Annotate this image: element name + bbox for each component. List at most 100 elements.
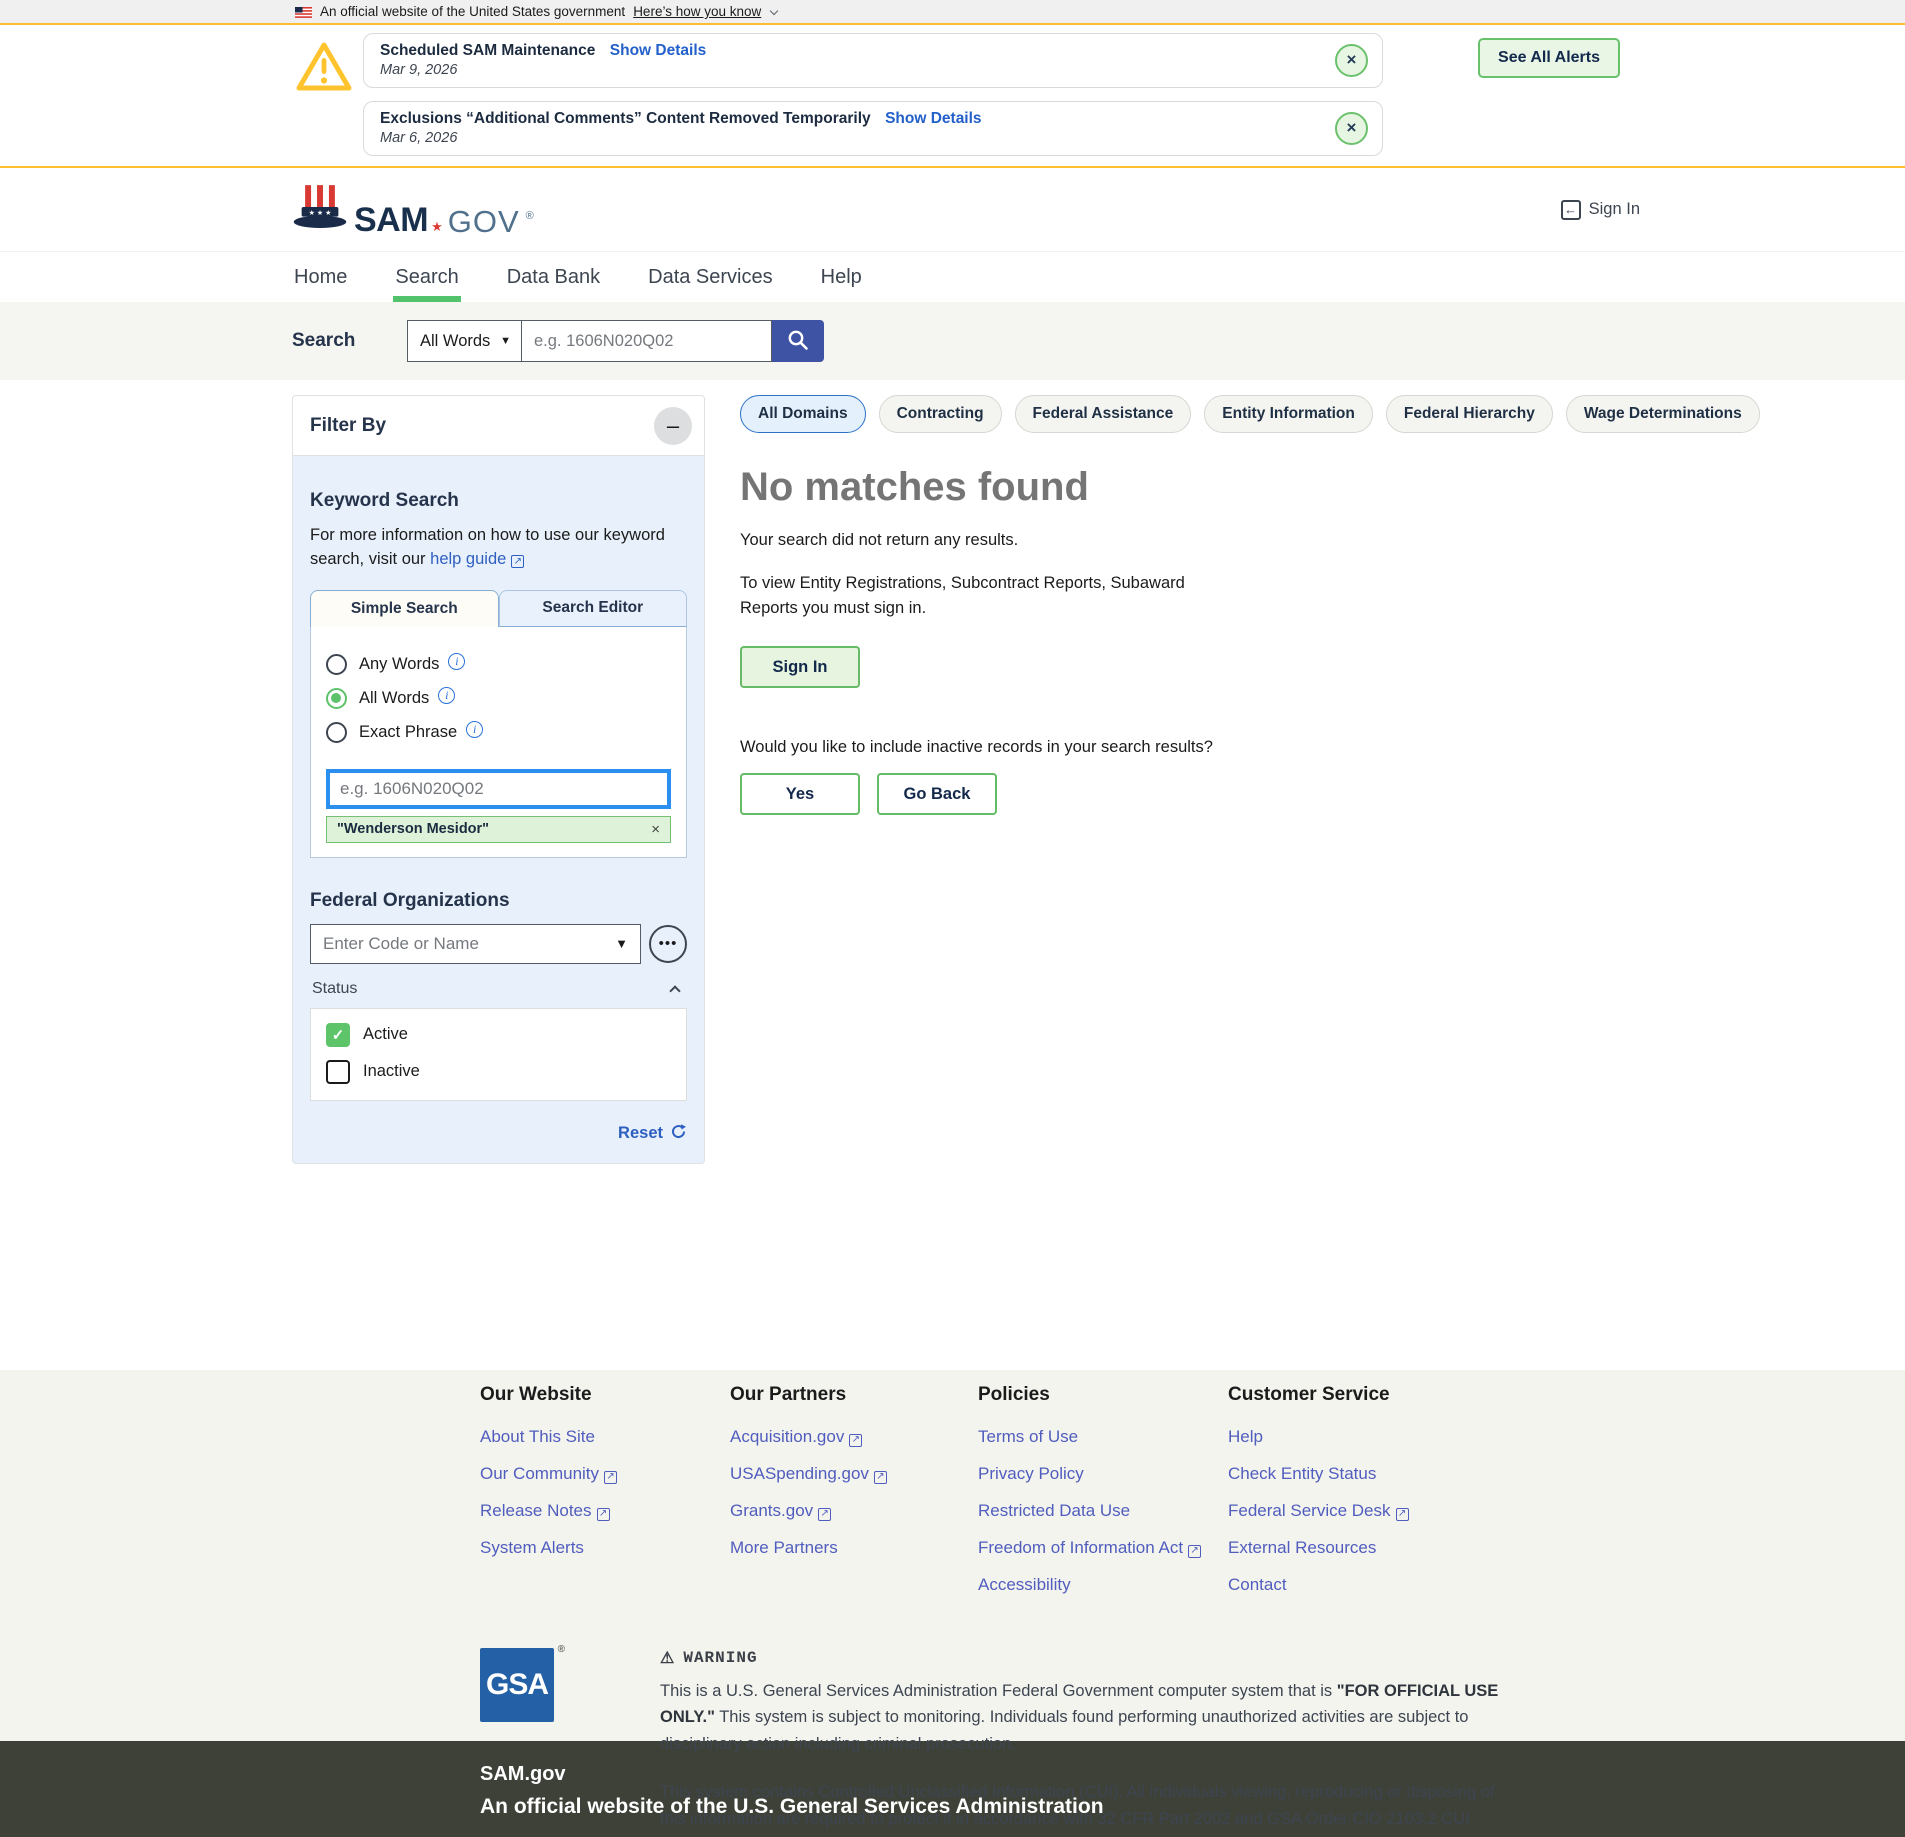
federal-org-placeholder: Enter Code or Name — [323, 934, 615, 954]
checkbox-inactive[interactable]: Inactive — [326, 1060, 671, 1084]
external-link-icon — [1396, 1508, 1409, 1521]
footer-link[interactable]: Federal Service Desk — [1228, 1501, 1468, 1521]
no-results-text: Your search did not return any results. — [740, 528, 1580, 553]
logo-star-icon: ★ — [431, 219, 443, 235]
sam-gov-logo[interactable]: ★ ★ ★ SAM ★ GOV ® — [292, 183, 534, 236]
radio-selected-icon[interactable] — [326, 688, 347, 709]
close-icon[interactable]: × — [1335, 44, 1368, 77]
keyword-tag: "Wenderson Mesidor" × — [326, 816, 671, 843]
alert-show-details-link[interactable]: Show Details — [610, 42, 706, 59]
tab-simple-search[interactable]: Simple Search — [310, 590, 499, 627]
search-band: Search All Words ▼ — [0, 302, 1905, 380]
site-header: ★ ★ ★ SAM ★ GOV ® ← Sign In — [0, 168, 1905, 252]
pill-wage-determinations[interactable]: Wage Determinations — [1566, 395, 1760, 433]
warning-paragraph-1: This is a U.S. General Services Administ… — [660, 1678, 1500, 1757]
go-back-button[interactable]: Go Back — [877, 773, 997, 815]
info-icon[interactable]: i — [438, 687, 455, 704]
alert-list: Scheduled SAM Maintenance Show Details M… — [363, 33, 1383, 156]
search-mode-select[interactable]: All Words ▼ — [407, 320, 522, 362]
footer-heading: Our Partners — [730, 1384, 968, 1406]
radio-circle-icon[interactable] — [326, 722, 347, 743]
footer-link[interactable]: Freedom of Information Act — [978, 1538, 1218, 1558]
select-caret-icon: ▼ — [500, 335, 511, 347]
footer-link[interactable]: System Alerts — [480, 1538, 720, 1558]
footer-heading: Our Website — [480, 1384, 720, 1406]
logo-registered-mark: ® — [526, 210, 534, 222]
gsa-registered-mark: ® — [558, 1644, 564, 1655]
header-sign-in[interactable]: ← Sign In — [1561, 200, 1640, 220]
filter-panel-header: Filter By – — [293, 396, 704, 456]
radio-all-words[interactable]: All Words i — [326, 687, 671, 710]
footer-link[interactable]: Terms of Use — [978, 1427, 1218, 1447]
reset-filters-link[interactable]: Reset — [618, 1124, 663, 1143]
footer-link[interactable]: Accessibility — [978, 1575, 1218, 1595]
results-area: All Domains Contracting Federal Assistan… — [740, 395, 1580, 815]
filter-by-title: Filter By — [310, 415, 386, 437]
remove-tag-icon[interactable]: × — [651, 821, 660, 838]
chevron-up-icon[interactable] — [669, 985, 680, 996]
checkbox-checked-icon[interactable]: ✓ — [326, 1023, 350, 1047]
logo-text-gov: GOV — [448, 208, 520, 236]
footer-link[interactable]: Acquisition.gov — [730, 1427, 968, 1447]
footer-link[interactable]: USASpending.gov — [730, 1464, 968, 1484]
content-area: Filter By – Keyword Search For more info… — [0, 380, 1905, 1370]
sign-in-button[interactable]: Sign In — [740, 646, 860, 688]
nav-item-search[interactable]: Search — [393, 254, 460, 301]
federal-org-combobox[interactable]: Enter Code or Name ▼ — [310, 924, 641, 964]
search-submit-button[interactable] — [772, 320, 824, 362]
info-icon[interactable]: i — [448, 653, 465, 670]
global-search-input[interactable] — [522, 320, 772, 362]
external-link-icon — [1188, 1545, 1201, 1558]
tab-search-editor[interactable]: Search Editor — [499, 590, 688, 627]
footer-link[interactable]: Privacy Policy — [978, 1464, 1218, 1484]
keyword-tag-label: "Wenderson Mesidor" — [337, 821, 489, 837]
footer-link[interactable]: Our Community — [480, 1464, 720, 1484]
nav-item-help[interactable]: Help — [819, 254, 864, 301]
reset-icon[interactable] — [670, 1123, 687, 1145]
checkbox-active[interactable]: ✓ Active — [326, 1023, 671, 1047]
pill-federal-assistance[interactable]: Federal Assistance — [1015, 395, 1192, 433]
pill-entity-information[interactable]: Entity Information — [1204, 395, 1373, 433]
radio-exact-phrase[interactable]: Exact Phrase i — [326, 721, 671, 744]
sign-in-hint-text: To view Entity Registrations, Subcontrac… — [740, 571, 1245, 621]
federal-org-more-button[interactable]: ••• — [649, 925, 687, 963]
nav-item-data-services[interactable]: Data Services — [646, 254, 775, 301]
footer-link[interactable]: Grants.gov — [730, 1501, 968, 1521]
nav-item-data-bank[interactable]: Data Bank — [505, 254, 602, 301]
us-flag-icon — [295, 6, 312, 17]
yes-button[interactable]: Yes — [740, 773, 860, 815]
help-guide-link[interactable]: help guide — [430, 550, 524, 568]
keyword-input[interactable] — [326, 769, 671, 809]
collapse-filters-button[interactable]: – — [654, 407, 692, 445]
pill-contracting[interactable]: Contracting — [879, 395, 1002, 433]
close-icon[interactable]: × — [1335, 112, 1368, 145]
external-link-icon — [511, 555, 524, 568]
radio-circle-icon[interactable] — [326, 654, 347, 675]
footer-link[interactable]: Restricted Data Use — [978, 1501, 1218, 1521]
pill-all-domains[interactable]: All Domains — [740, 395, 866, 433]
radio-any-words[interactable]: Any Words i — [326, 653, 671, 676]
external-link-icon — [874, 1471, 887, 1484]
footer-link[interactable]: Help — [1228, 1427, 1468, 1447]
checkbox-unchecked-icon[interactable] — [326, 1060, 350, 1084]
combo-caret-icon: ▼ — [615, 936, 628, 951]
footer-link[interactable]: Release Notes — [480, 1501, 720, 1521]
nav-item-home[interactable]: Home — [292, 254, 349, 301]
footer-link[interactable]: Contact — [1228, 1575, 1468, 1595]
simple-search-panel: Any Words i All Words i Exact Phrase i "… — [310, 627, 687, 858]
info-icon[interactable]: i — [466, 721, 483, 738]
see-all-alerts-button[interactable]: See All Alerts — [1478, 38, 1620, 78]
footer-col-customer-service: Customer Service Help Check Entity Statu… — [1228, 1384, 1478, 1612]
footer-link[interactable]: More Partners — [730, 1538, 968, 1558]
pill-federal-hierarchy[interactable]: Federal Hierarchy — [1386, 395, 1553, 433]
inactive-records-question: Would you like to include inactive recor… — [740, 738, 1580, 757]
footer-link[interactable]: External Resources — [1228, 1538, 1468, 1558]
footer-col-our-partners: Our Partners Acquisition.gov USASpending… — [730, 1384, 978, 1612]
main-nav: Home Search Data Bank Data Services Help — [0, 252, 1905, 302]
alert-show-details-link[interactable]: Show Details — [885, 110, 981, 127]
footer-link[interactable]: Check Entity Status — [1228, 1464, 1468, 1484]
footer-link[interactable]: About This Site — [480, 1427, 720, 1447]
how-you-know-link[interactable]: Here’s how you know — [633, 4, 761, 19]
svg-text:★ ★ ★: ★ ★ ★ — [309, 209, 332, 217]
footer-heading: Policies — [978, 1384, 1218, 1406]
